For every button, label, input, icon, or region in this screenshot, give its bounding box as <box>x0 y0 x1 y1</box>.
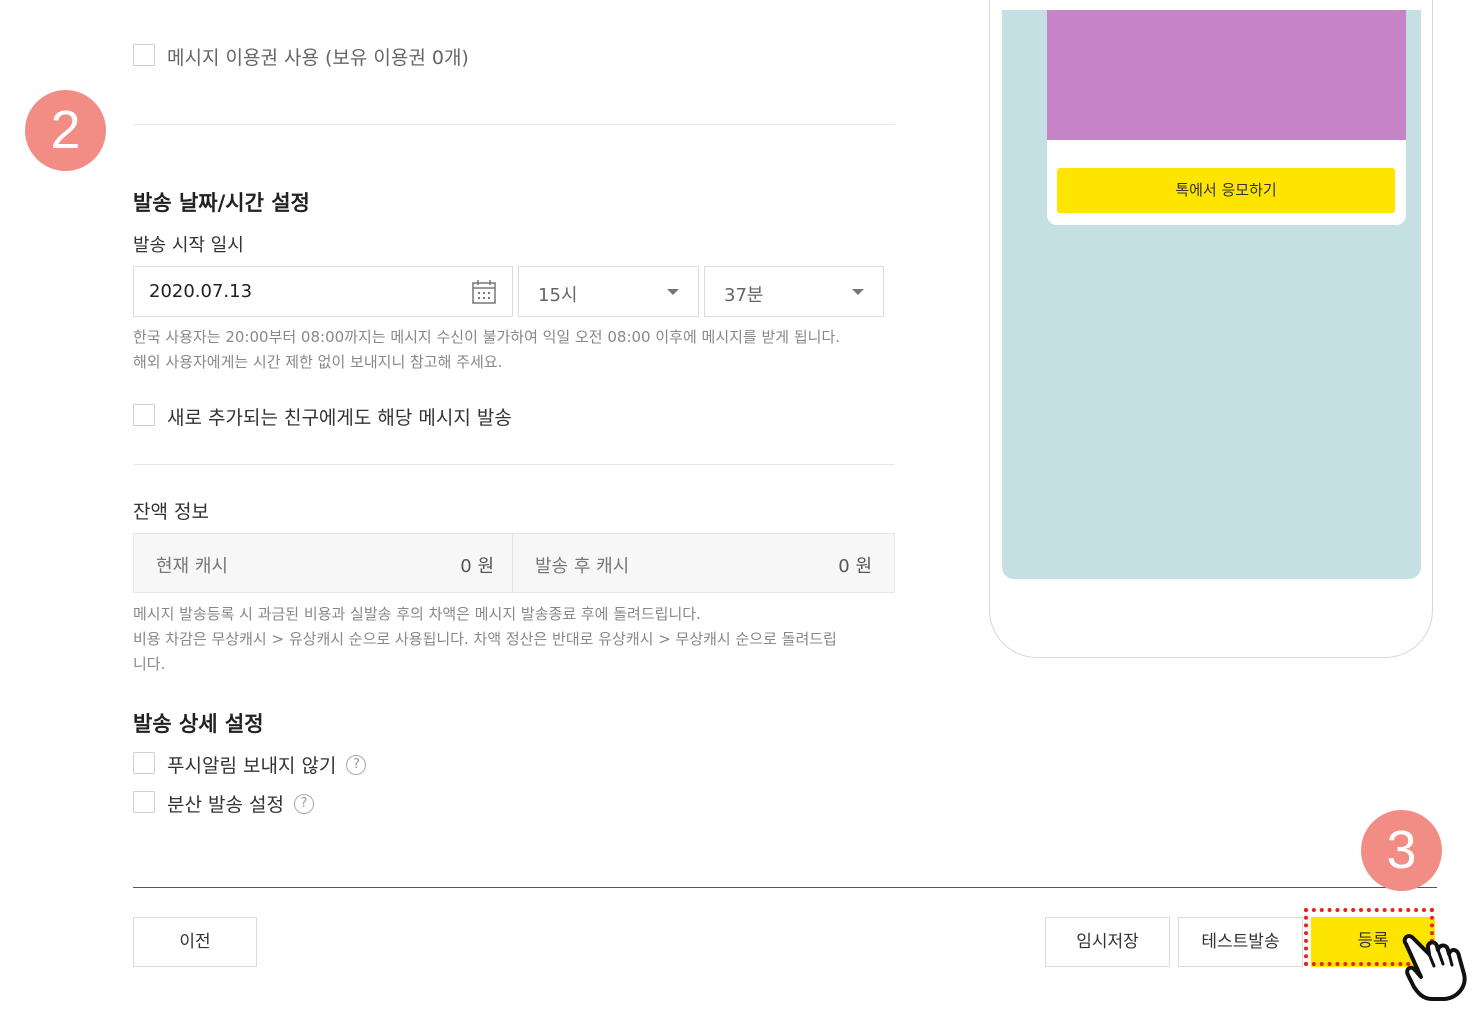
prev-button[interactable]: 이전 <box>133 917 257 967</box>
date-picker[interactable]: 2020.07.13 <box>133 266 513 317</box>
balance-title: 잔액 정보 <box>133 501 209 523</box>
schedule-notice-2: 해외 사용자에게는 시간 제한 없이 보내지니 참고해 주세요. <box>133 353 503 371</box>
no-push-label: 푸시알림 보내지 않기 <box>167 755 337 777</box>
balance-note-3: 니다. <box>133 655 166 673</box>
footer-divider <box>133 887 1437 888</box>
distributed-row: 분산 발송 설정? <box>167 790 314 817</box>
no-push-row: 푸시알림 보내지 않기? <box>167 751 367 778</box>
current-cash-value: 0 원 <box>460 556 494 577</box>
hour-select[interactable]: 15시 <box>518 266 699 317</box>
voucher-checkbox[interactable] <box>133 44 155 66</box>
after-cash-value: 0 원 <box>838 556 872 577</box>
chevron-down-icon <box>852 289 864 295</box>
detail-title: 발송 상세 설정 <box>133 712 264 736</box>
current-cash-label: 현재 캐시 <box>156 556 228 577</box>
hour-value: 15시 <box>538 285 578 306</box>
distributed-label: 분산 발송 설정 <box>167 794 284 816</box>
help-icon[interactable]: ? <box>293 793 314 814</box>
start-datetime-label: 발송 시작 일시 <box>133 235 244 256</box>
date-value: 2020.07.13 <box>149 281 253 302</box>
balance-panel: 현재 캐시 0 원 발송 후 캐시 0 원 <box>133 533 895 593</box>
distributed-checkbox[interactable] <box>133 791 155 813</box>
schedule-title: 발송 날짜/시간 설정 <box>133 191 310 215</box>
chevron-down-icon <box>667 289 679 295</box>
step-badge-3: 3 <box>1361 810 1442 891</box>
step-badge-2: 2 <box>25 90 106 171</box>
message-image <box>1047 10 1406 140</box>
new-friends-label: 새로 추가되는 친구에게도 해당 메시지 발송 <box>167 407 512 429</box>
minute-select[interactable]: 37분 <box>704 266 884 317</box>
balance-note-2: 비용 차감은 무상캐시 > 유상캐시 순으로 사용됩니다. 차액 정산은 반대로… <box>133 630 837 648</box>
calendar-icon[interactable] <box>471 279 497 305</box>
hand-cursor-icon <box>1402 934 1467 1001</box>
balance-note-1: 메시지 발송등록 시 과금된 비용과 실발송 후의 차액은 메시지 발송종료 후… <box>133 605 701 623</box>
divider <box>133 124 895 125</box>
no-push-checkbox[interactable] <box>133 752 155 774</box>
voucher-label: 메시지 이용권 사용 (보유 이용권 0개) <box>167 47 469 69</box>
cta-button[interactable]: 톡에서 응모하기 <box>1057 168 1395 213</box>
balance-divider <box>512 534 513 592</box>
draft-button[interactable]: 임시저장 <box>1045 917 1170 967</box>
test-send-button[interactable]: 테스트발송 <box>1178 917 1303 967</box>
help-icon[interactable]: ? <box>346 754 367 775</box>
divider <box>133 464 895 465</box>
minute-value: 37분 <box>724 285 764 306</box>
new-friends-checkbox[interactable] <box>133 404 155 426</box>
after-cash-label: 발송 후 캐시 <box>535 556 630 577</box>
schedule-notice-1: 한국 사용자는 20:00부터 08:00까지는 메시지 수신이 불가하여 익일… <box>133 328 841 346</box>
